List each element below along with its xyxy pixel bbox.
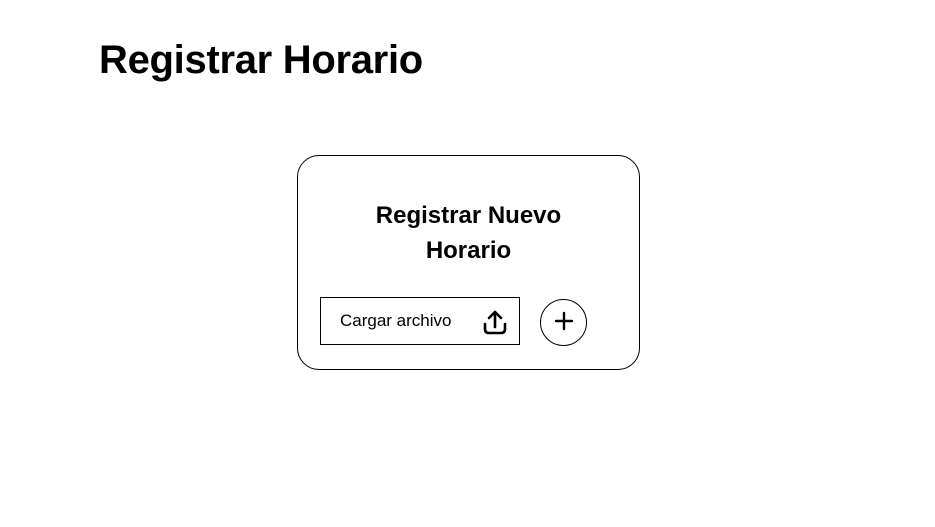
register-schedule-card: Registrar Nuevo Horario Cargar archivo [297,155,640,370]
upload-icon [483,310,507,335]
upload-file-button[interactable]: Cargar archivo [320,297,520,345]
add-schedule-button[interactable] [540,299,587,346]
card-title-line-1: Registrar Nuevo [375,202,562,229]
card-title: Registrar Nuevo Horario [298,198,639,268]
plus-icon [554,311,573,330]
card-title-line-2: Horario [425,237,512,264]
page-title: Registrar Horario [99,38,423,82]
upload-file-label: Cargar archivo [340,311,452,330]
